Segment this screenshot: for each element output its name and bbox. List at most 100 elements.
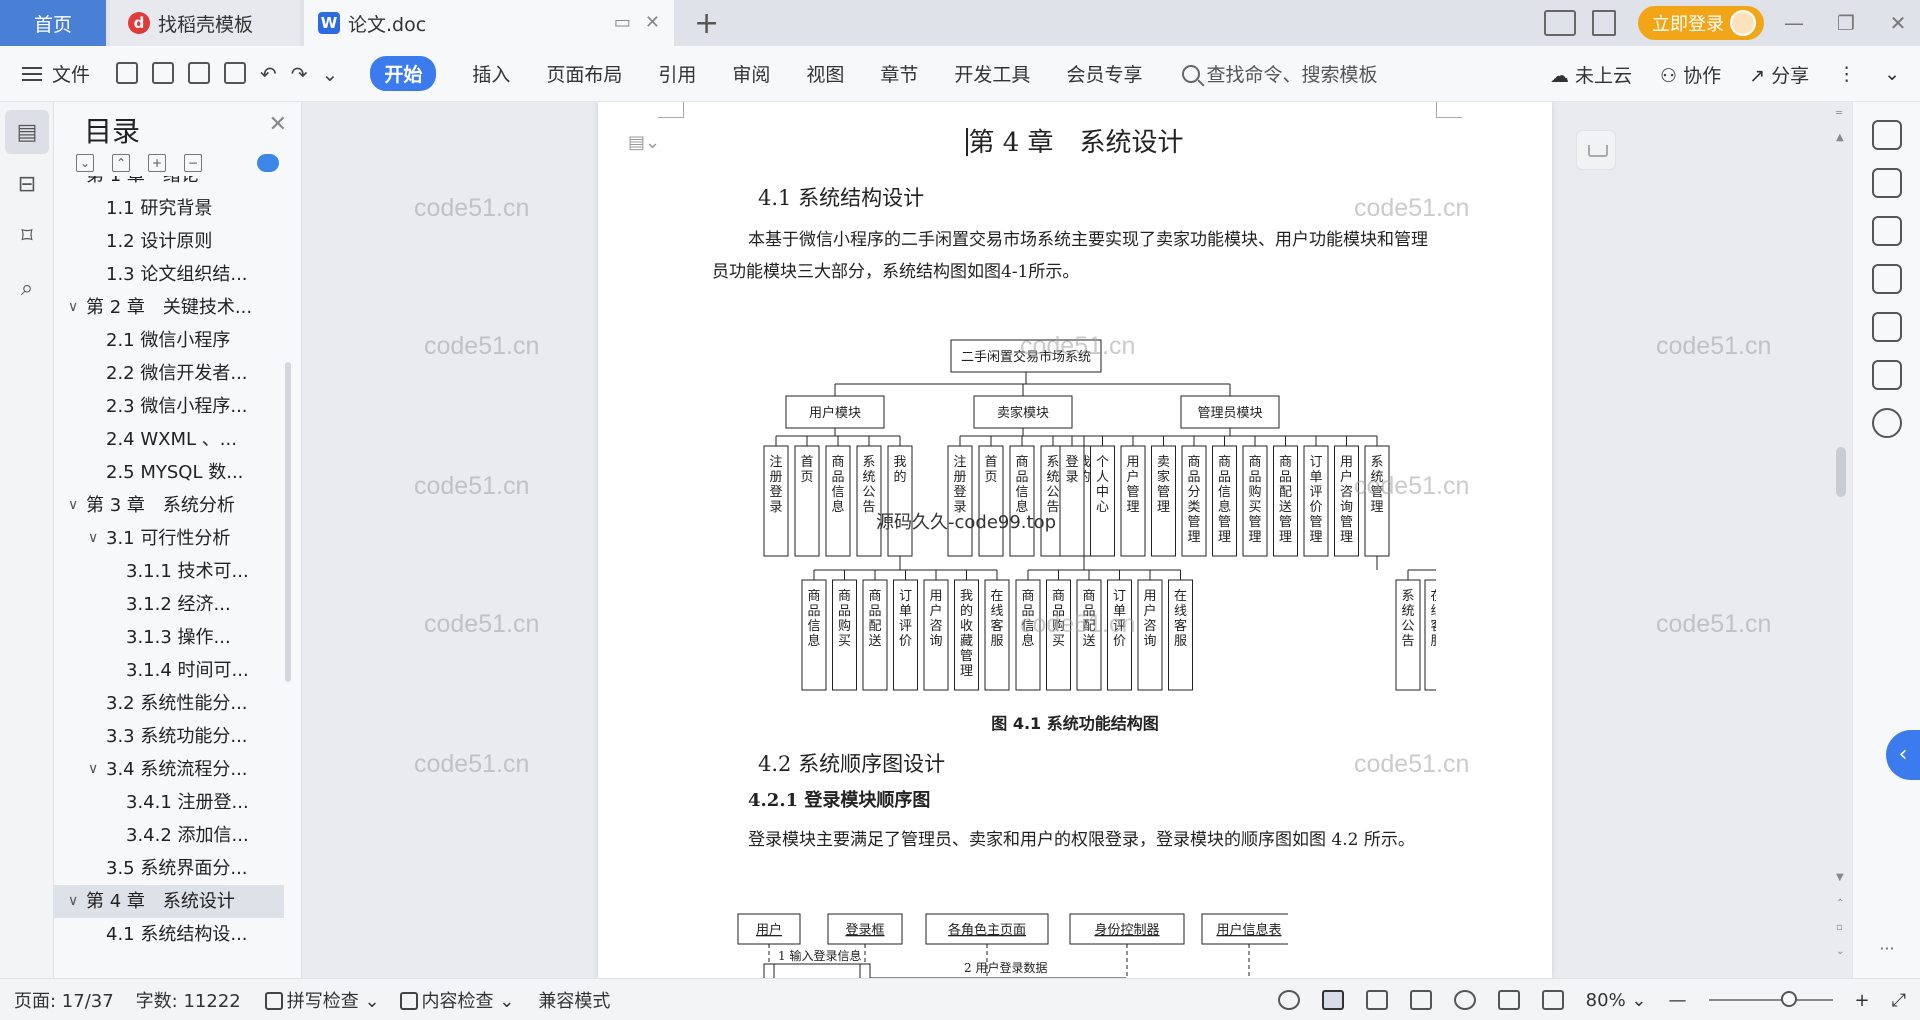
select-icon[interactable] xyxy=(1871,168,1902,198)
zoom-slider-knob[interactable] xyxy=(1780,991,1797,1007)
outline-view-icon[interactable] xyxy=(1365,990,1388,1010)
collapse-all-icon[interactable]: ⌃ xyxy=(112,154,130,172)
ribbon-tab-layout[interactable]: 页面布局 xyxy=(546,60,622,87)
zoom-out-icon[interactable]: — xyxy=(1669,990,1687,1011)
expand-all-icon[interactable]: ⌄ xyxy=(76,154,94,172)
ribbon-tab-view[interactable]: 视图 xyxy=(806,60,844,87)
page-indicator[interactable]: 页面: 17/37 xyxy=(14,987,114,1013)
share-button[interactable]: ↗ 分享 xyxy=(1749,61,1809,88)
expand-caret-icon[interactable]: ∨ xyxy=(68,291,78,324)
toc-item[interactable]: ∨ 3.1 可行性分析 xyxy=(54,522,284,555)
customize-dropdown-icon[interactable]: ⌄ xyxy=(322,62,339,86)
file-menu[interactable]: 文件 xyxy=(22,60,90,87)
save-icon[interactable] xyxy=(116,61,139,84)
collaborate-button[interactable]: ⚇ 协作 xyxy=(1660,61,1721,88)
print-icon[interactable] xyxy=(188,61,211,84)
toc-item[interactable]: 2.3 微信小程序... xyxy=(54,390,284,423)
adjust-icon[interactable] xyxy=(1871,216,1902,246)
toc-item[interactable]: 3.1.3 操作... xyxy=(54,621,284,654)
redo-icon[interactable]: ↷ xyxy=(291,62,308,86)
floating-filter-button[interactable] xyxy=(1576,130,1616,170)
review-icon[interactable] xyxy=(1871,360,1902,390)
style-icon[interactable] xyxy=(1871,264,1902,294)
smart-toc-toggle[interactable] xyxy=(257,154,279,172)
collapse-ribbon-icon[interactable]: ⌄ xyxy=(1884,63,1900,85)
toc-item[interactable]: 3.2 系统性能分... xyxy=(54,687,284,720)
fullscreen-icon[interactable]: ⤢ xyxy=(1892,990,1906,1011)
fit-page-icon[interactable] xyxy=(1541,990,1564,1010)
more-tools-icon[interactable]: ··· xyxy=(1853,939,1920,958)
toc-item[interactable]: ∨ 第 4 章 系统设计 xyxy=(54,885,284,918)
expand-caret-icon[interactable]: ∨ xyxy=(88,522,98,555)
toc-item[interactable]: 1.3 论文组织结... xyxy=(54,258,284,291)
reading-view-icon[interactable] xyxy=(1409,990,1432,1010)
scrollbar-thumb[interactable] xyxy=(1836,447,1846,497)
toc-item[interactable]: 3.1.2 经济... xyxy=(54,588,284,621)
help-icon[interactable] xyxy=(1871,408,1902,438)
toc-item[interactable]: ∨ 第 3 章 系统分析 xyxy=(54,489,284,522)
close-tab-icon[interactable]: ✕ xyxy=(645,12,660,33)
zoom-in-icon[interactable]: + xyxy=(1855,990,1870,1011)
pen-icon[interactable] xyxy=(1871,120,1902,150)
toc-item[interactable]: 3.5 系统界面分... xyxy=(54,852,284,885)
pin-window-icon[interactable]: ▭ xyxy=(614,12,631,33)
ai-icon[interactable] xyxy=(1871,312,1902,342)
prev-page-icon[interactable]: ⌃ xyxy=(1836,898,1844,909)
minimize-icon[interactable]: — xyxy=(1772,11,1816,35)
zoom-level[interactable]: 80% ⌄ xyxy=(1586,990,1647,1011)
word-count[interactable]: 字数: 11222 xyxy=(136,987,241,1013)
find-icon[interactable]: ⌕ xyxy=(5,266,49,310)
toc-item[interactable]: 3.1.4 时间可... xyxy=(54,654,284,687)
toc-item[interactable]: 第 1 章 绪论 xyxy=(54,176,284,192)
restore-icon[interactable]: ❐ xyxy=(1824,11,1868,35)
add-heading-icon[interactable]: + xyxy=(148,154,166,172)
print-preview-icon[interactable] xyxy=(224,61,247,84)
expand-caret-icon[interactable]: ∨ xyxy=(68,885,78,918)
write-mode-icon[interactable] xyxy=(1497,990,1520,1010)
tab-home[interactable]: 首页 xyxy=(0,0,106,46)
toc-item[interactable]: 2.2 微信开发者... xyxy=(54,357,284,390)
toc-item[interactable]: 3.3 系统功能分... xyxy=(54,720,284,753)
toc-item[interactable]: 3.4.1 注册登... xyxy=(54,786,284,819)
login-button[interactable]: 立即登录 xyxy=(1638,6,1764,40)
toc-item[interactable]: 3.4.2 添加信... xyxy=(54,819,284,852)
expand-caret-icon[interactable]: ∨ xyxy=(88,753,98,786)
scroll-up-icon[interactable]: ▲ xyxy=(1836,132,1844,143)
eye-protection-icon[interactable] xyxy=(1277,990,1300,1010)
close-window-icon[interactable]: ✕ xyxy=(1876,11,1920,35)
new-tab-button[interactable]: + xyxy=(694,6,719,41)
content-check-button[interactable]: 内容检查 ⌄ xyxy=(399,987,514,1013)
toc-item[interactable]: 1.2 设计原则 xyxy=(54,225,284,258)
ribbon-tab-review[interactable]: 审阅 xyxy=(732,60,770,87)
page-jump-icon[interactable]: ▫ xyxy=(1836,922,1843,933)
zoom-slider[interactable] xyxy=(1708,991,1833,1007)
remove-heading-icon[interactable]: − xyxy=(184,154,202,172)
navigation-icon[interactable]: ⊟ xyxy=(5,162,49,206)
export-icon[interactable] xyxy=(152,61,175,84)
spell-check-button[interactable]: 拼写检查 ⌄ xyxy=(264,987,380,1013)
ribbon-tab-developer[interactable]: 开发工具 xyxy=(954,60,1030,87)
document-page[interactable]: ▤⌄ 第 4 章 系统设计 4.1 系统结构设计 本基于微信小程序的二手闲置交易… xyxy=(598,102,1552,978)
tab-daoke[interactable]: d 找稻壳模板 xyxy=(110,0,300,46)
web-view-icon[interactable] xyxy=(1453,990,1476,1010)
toc-item[interactable]: 3.1.1 技术可... xyxy=(54,555,284,588)
ribbon-tab-chapter[interactable]: 章节 xyxy=(880,60,918,87)
toc-item[interactable]: ∨ 第 2 章 关键技术... xyxy=(54,291,284,324)
reading-mode-icon[interactable] xyxy=(1544,10,1576,36)
toc-scrollbar[interactable] xyxy=(285,362,291,682)
toc-panel-icon[interactable]: ▤ xyxy=(5,110,49,154)
toc-item[interactable]: 2.4 WXML 、... xyxy=(54,423,284,456)
toc-item[interactable]: 1.1 研究背景 xyxy=(54,192,284,225)
bookmark-icon[interactable]: ⌑ xyxy=(5,214,49,258)
close-icon[interactable]: ✕ xyxy=(269,112,287,137)
toc-item[interactable]: 2.1 微信小程序 xyxy=(54,324,284,357)
next-page-icon[interactable]: ⌄ xyxy=(1836,946,1844,957)
scroll-top-icon[interactable]: ═ xyxy=(1836,108,1842,119)
ribbon-tab-references[interactable]: 引用 xyxy=(658,60,696,87)
document-scrollbar[interactable]: ═ ▲ ▼ ⌃ ▫ ⌄ xyxy=(1830,102,1852,978)
toc-item[interactable]: 4.1 系统结构设... xyxy=(54,918,284,951)
expand-caret-icon[interactable]: ∨ xyxy=(68,489,78,522)
toc-item[interactable]: 2.5 MYSQL 数... xyxy=(54,456,284,489)
ribbon-tab-insert[interactable]: 插入 xyxy=(472,60,510,87)
more-icon[interactable]: ⋮ xyxy=(1837,63,1856,85)
